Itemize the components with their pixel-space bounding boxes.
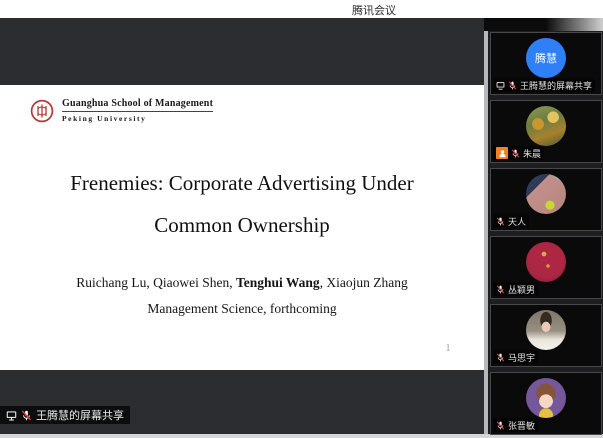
participant-name: 天人: [508, 216, 527, 227]
participant-tile-tianren[interactable]: 天人: [490, 168, 602, 231]
participant-tile-masiyu[interactable]: 马思宇: [490, 304, 602, 367]
participants-scrollbar[interactable]: [484, 31, 488, 434]
avatar: [526, 106, 566, 146]
window-title-bar: 腾讯会议: [0, 0, 603, 18]
avatar: [526, 174, 566, 214]
participants-panel: 腾慧 王腾慧的屏幕共享 朱晨 天人 丛颖男 马思宇 张晋敏: [484, 18, 603, 435]
participant-name-bar: 天人: [493, 214, 530, 228]
avatar: [526, 378, 566, 418]
participant-name: 丛颖男: [508, 284, 536, 295]
logo-text: Guanghua School of Management Peking Uni…: [62, 98, 214, 123]
avatar: [526, 310, 566, 350]
authors-suffix: , Xiaojun Zhang: [319, 275, 408, 290]
participant-name-bar: 朱晨: [493, 146, 545, 160]
participant-name-bar: 王腾慧的屏幕共享: [493, 78, 596, 92]
slide-authors: Ruichang Lu, Qiaowei Shen, Tenghui Wang,…: [0, 275, 484, 291]
app-title: 腾讯会议: [352, 5, 396, 17]
peking-university-seal-icon: [30, 99, 54, 122]
mic-muted-icon: [508, 80, 517, 90]
shared-slide: Guanghua School of Management Peking Uni…: [0, 85, 484, 370]
mic-muted-icon: [496, 352, 505, 362]
panel-top-sheen: [484, 18, 603, 31]
participant-tile-zhuchen[interactable]: 朱晨: [490, 100, 602, 163]
slide-title-line1: Frenemies: Corporate Advertising Under: [70, 171, 414, 195]
screen-share-icon: [6, 410, 17, 421]
screen-share-banner: 王腾慧的屏幕共享: [0, 406, 130, 424]
participant-name-bar: 马思宇: [493, 350, 539, 364]
authors-prefix: Ruichang Lu, Qiaowei Shen,: [76, 275, 236, 290]
participant-name: 朱晨: [523, 148, 542, 159]
mic-muted-icon: [496, 216, 505, 226]
screen-share-banner-label: 王腾慧的屏幕共享: [36, 410, 124, 422]
avatar-initials: 腾慧: [535, 53, 557, 65]
mic-muted-icon: [496, 284, 505, 294]
meeting-window: 腾讯会议 Guanghua School of Management Pekin…: [0, 0, 603, 438]
slide-page-number: 1: [445, 343, 451, 354]
participant-tile-tenghui[interactable]: 腾慧 王腾慧的屏幕共享: [490, 32, 602, 95]
slide-venue: Management Science, forthcoming: [147, 301, 337, 316]
logo-institution: Guanghua School of Management: [62, 98, 214, 112]
mic-muted-icon: [496, 420, 505, 430]
screen-share-icon: [496, 81, 505, 90]
host-badge-icon: [496, 147, 508, 159]
mic-muted-icon: [21, 410, 32, 420]
authors-highlight: Tenghui Wang: [235, 275, 320, 290]
avatar: 腾慧: [526, 38, 566, 78]
participant-name: 张晋敏: [508, 420, 536, 431]
mic-muted-icon: [511, 148, 520, 158]
university-logo: Guanghua School of Management Peking Uni…: [30, 98, 214, 123]
participant-name: 马思宇: [508, 352, 536, 363]
participant-name-bar: 张晋敏: [493, 418, 539, 432]
avatar: [526, 242, 566, 282]
slide-title-line2: Common Ownership: [154, 213, 330, 237]
logo-university: Peking University: [62, 114, 147, 123]
participant-name-bar: 丛颖男: [493, 282, 539, 296]
participant-tile-zhangjinmin[interactable]: 张晋敏: [490, 372, 602, 435]
participant-tile-congyingnan[interactable]: 丛颖男: [490, 236, 602, 299]
participant-name: 王腾慧的屏幕共享: [520, 80, 593, 91]
